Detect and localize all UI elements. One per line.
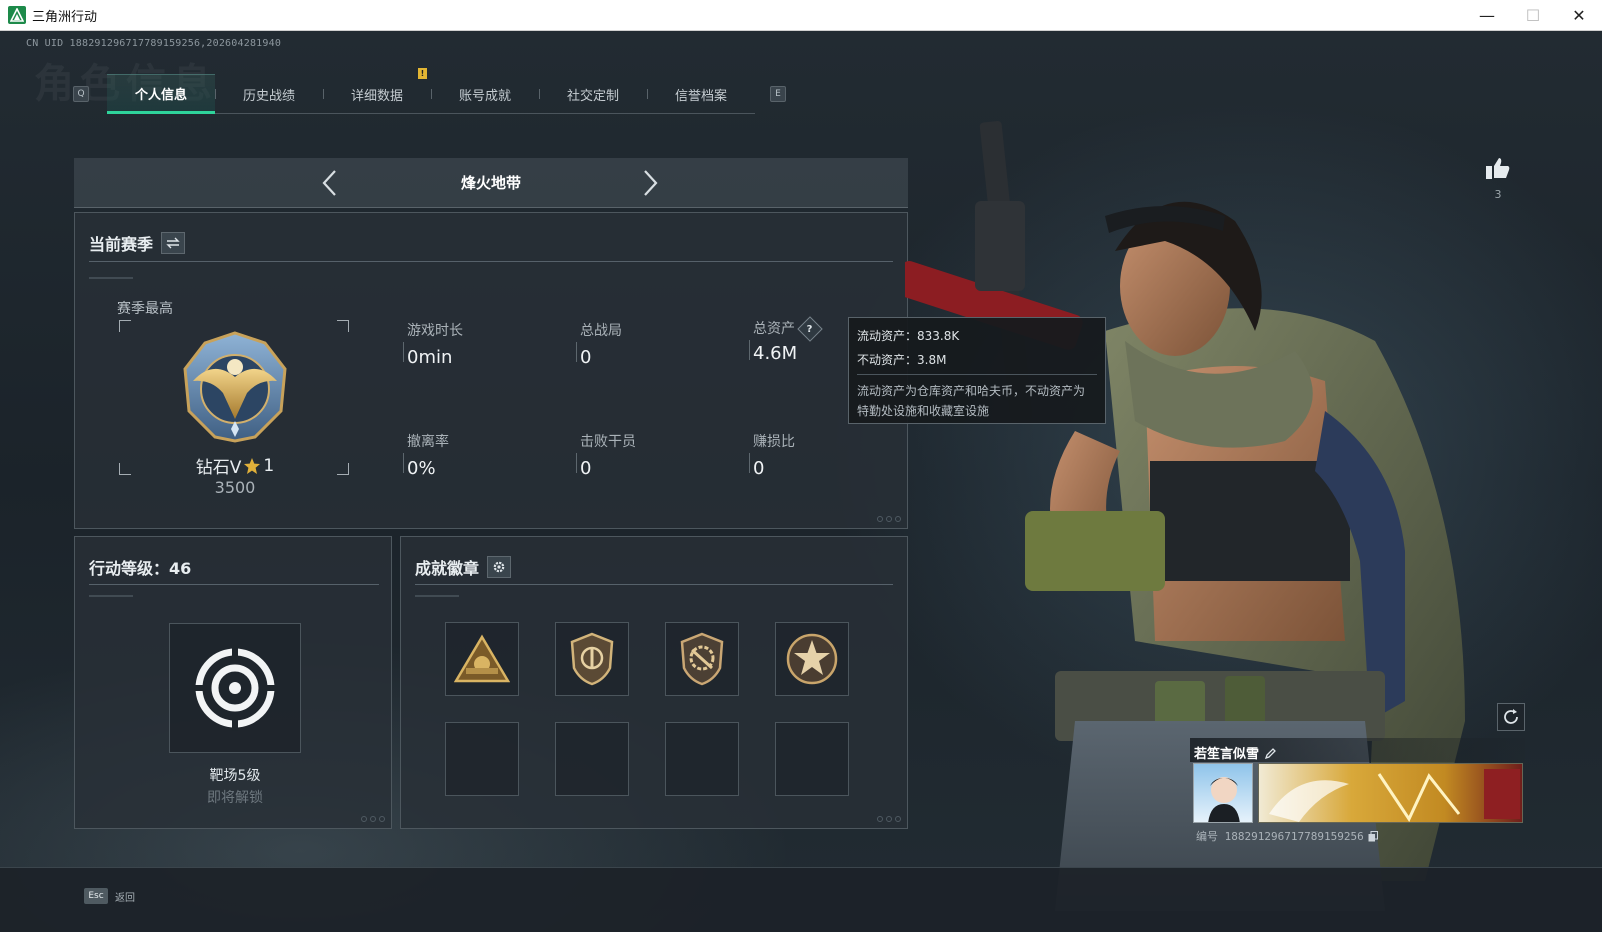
empty-badge-slot[interactable] — [445, 722, 519, 796]
season-switch-button[interactable] — [161, 232, 186, 254]
esc-key[interactable]: Esc — [84, 888, 108, 904]
close-button[interactable]: ✕ — [1556, 0, 1602, 31]
assets-tooltip: 流动资产：833.8K 不动资产：3.8M 流动资产为仓库资产和哈夫币，不动资产… — [848, 317, 1106, 424]
swap-icon — [166, 237, 180, 249]
rank-score: 3500 — [214, 478, 256, 497]
minimize-button[interactable]: — — [1464, 0, 1510, 31]
tab-detailed-data[interactable]: 详细数据 — [323, 74, 431, 114]
tab-personal-info[interactable]: 个人信息 — [107, 74, 215, 114]
rank-star-icon — [244, 457, 261, 474]
season-best-label: 赛季最高 — [117, 301, 173, 317]
player-id: 编号 188291296717789159256 — [1196, 828, 1378, 844]
back-label[interactable]: 返回 — [115, 889, 135, 904]
empty-badge-slot[interactable] — [775, 722, 849, 796]
window-titlebar: 三角洲行动 — ☐ ✕ — [0, 0, 1602, 31]
rank-emblem-icon — [173, 329, 297, 445]
level-name: 靶场5级 — [209, 768, 261, 784]
tab-next-key[interactable]: E — [770, 86, 786, 102]
stat-playtime: 游戏时长 0min — [403, 320, 463, 368]
mode-prev-arrow-icon[interactable] — [314, 168, 344, 198]
rank-name: 钻石V 1 — [195, 455, 275, 479]
tab-achievements[interactable]: 账号成就 — [431, 74, 539, 114]
copy-icon[interactable] — [1368, 830, 1378, 842]
refresh-icon — [1504, 709, 1518, 724]
stat-operators-defeated: 击败干员 0 — [576, 431, 636, 479]
tab-social[interactable]: 社交定制 — [539, 74, 647, 114]
tooltip-description-2: 特勤处设施和收藏室设施 — [857, 404, 990, 418]
maximize-button[interactable]: ☐ — [1510, 0, 1556, 31]
achievement-badge-4[interactable] — [775, 622, 849, 696]
mode-next-arrow-icon[interactable] — [636, 168, 666, 198]
star-badge-icon — [786, 633, 838, 685]
shield-badge-icon — [570, 632, 614, 686]
achievements-settings-button[interactable] — [487, 556, 512, 578]
current-season-panel: 当前赛季 赛季最高 钻石V 1 3500 游戏时长 0min 总战局 0 总资产… — [74, 212, 908, 529]
player-name: 若笙言似雪 — [1194, 743, 1277, 762]
operation-level-panel: 行动等级：46 靶场5级 即将解锁 — [74, 536, 392, 829]
achievement-badge-3[interactable] — [665, 622, 739, 696]
stat-total-assets: 总资产? 4.6M — [749, 316, 823, 364]
mode-title: 烽火地带 — [460, 174, 521, 192]
bottom-bar: Esc 返回 — [0, 867, 1602, 932]
achievement-badge-2[interactable] — [555, 622, 629, 696]
empty-badge-slot[interactable] — [665, 722, 739, 796]
season-header: 当前赛季 — [89, 235, 154, 254]
tooltip-fixed-assets: 不动资产：3.8M — [857, 353, 947, 367]
thumbs-up-icon — [1486, 158, 1510, 179]
achievement-badge-1[interactable] — [445, 622, 519, 696]
gear-shield-badge-icon — [680, 632, 724, 686]
edit-icon[interactable] — [1265, 747, 1277, 759]
empty-badge-slot[interactable] — [555, 722, 629, 796]
rotate-model-button[interactable] — [1497, 703, 1525, 731]
profile-banner-image — [1258, 763, 1523, 823]
tooltip-description-1: 流动资产为仓库资产和哈夫币，不动资产为 — [857, 384, 1086, 398]
tab-alert-badge: ! — [418, 68, 427, 79]
profile-tabs: 个人信息 历史战绩 详细数据 账号成就 社交定制 信誉档案 — [107, 74, 755, 114]
gear-icon — [493, 561, 505, 573]
tab-history[interactable]: 历史战绩 — [215, 74, 323, 114]
achievement-badges-panel: 成就徽章 — [400, 536, 908, 829]
stat-extraction-rate: 撤离率 0% — [403, 431, 449, 479]
player-avatar[interactable] — [1193, 763, 1253, 823]
target-range-icon — [169, 623, 301, 753]
like-button[interactable]: 3 — [1480, 156, 1516, 201]
tab-prev-key[interactable]: Q — [73, 86, 89, 102]
stat-profit-loss-ratio: 赚损比 0 — [749, 431, 795, 479]
tab-reputation[interactable]: 信誉档案 — [647, 74, 755, 114]
app-logo-icon — [8, 6, 26, 24]
stat-total-matches: 总战局 0 — [576, 320, 622, 368]
level-header: 行动等级：46 — [89, 559, 192, 578]
assets-help-icon[interactable]: ? — [797, 316, 823, 342]
achievements-header: 成就徽章 — [415, 559, 480, 578]
mode-selector: 烽火地带 — [74, 158, 908, 208]
uid-text: CN UID 188291296717789159256,20260428194… — [26, 38, 282, 49]
window-title: 三角洲行动 — [32, 9, 98, 25]
triangle-badge-icon — [454, 634, 510, 683]
like-count: 3 — [1494, 188, 1502, 201]
game-view: 角色信息 CN UID 188291296717789159256,202604… — [0, 31, 1602, 932]
tooltip-liquid-assets: 流动资产：833.8K — [857, 329, 960, 343]
level-unlock-status: 即将解锁 — [207, 790, 263, 806]
